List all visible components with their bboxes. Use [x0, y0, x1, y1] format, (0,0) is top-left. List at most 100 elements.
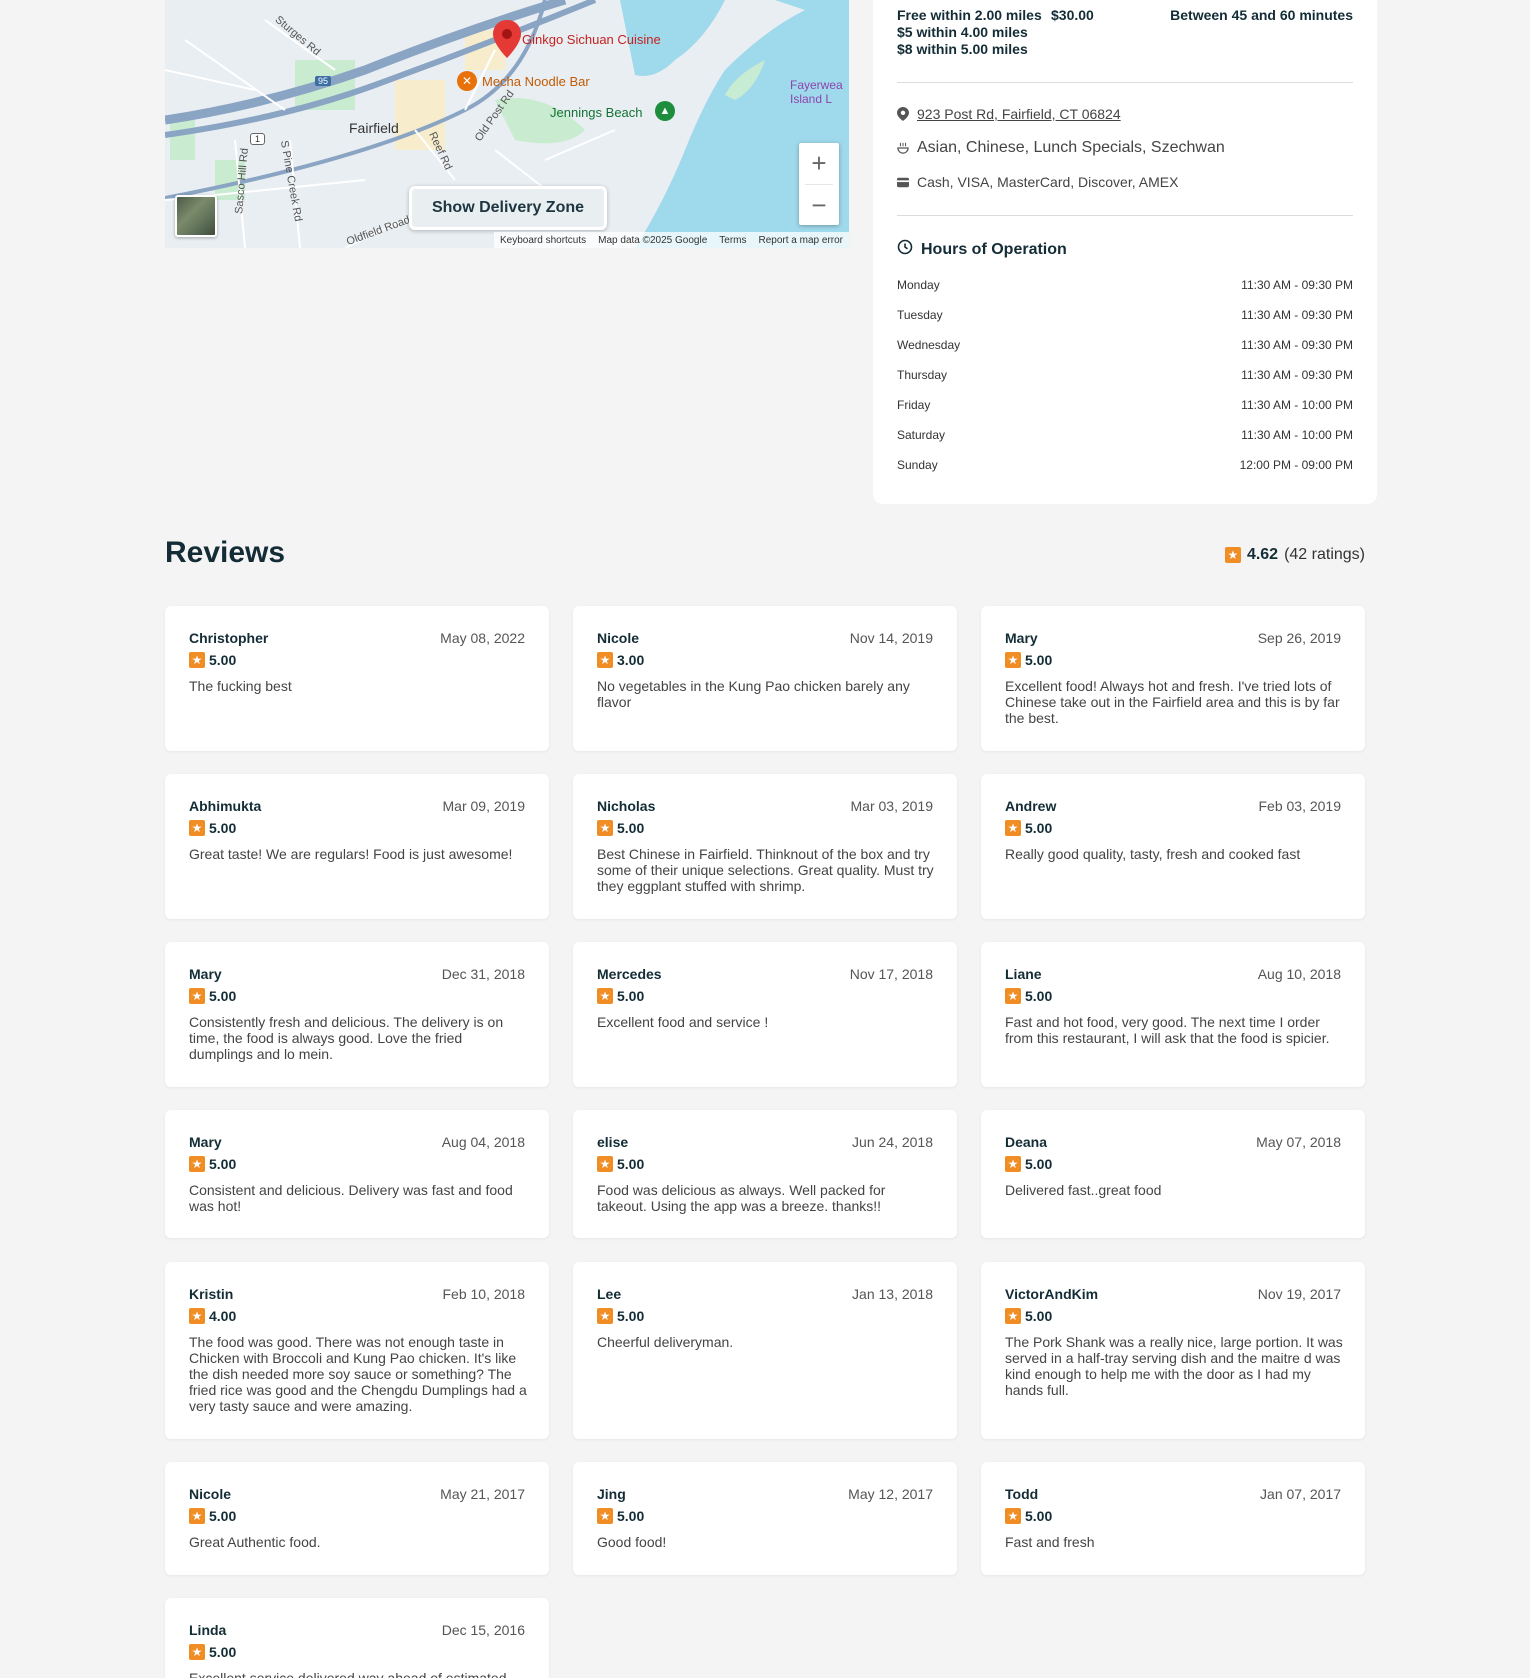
star-icon: ★ — [1005, 988, 1021, 1004]
rating-value: 5.00 — [617, 1508, 645, 1524]
star-icon: ★ — [597, 1508, 613, 1524]
rating-value: 5.00 — [1025, 1156, 1053, 1172]
review-text: Consistent and delicious. Delivery was f… — [189, 1182, 513, 1214]
review-text: Great Authentic food. — [189, 1534, 321, 1550]
time: 11:30 AM - 10:00 PM — [1241, 428, 1353, 442]
review-text: Delivered fast..great food — [1005, 1182, 1162, 1198]
review-date: Sep 26, 2019 — [1257, 630, 1341, 646]
star-icon: ★ — [189, 1508, 205, 1524]
review-rating: ★ 5.00 — [189, 1644, 236, 1660]
review-card: Mary Sep 26, 2019 ★ 5.00 Excellent food! Alw… — [981, 606, 1365, 751]
review-author: elise — [597, 1134, 629, 1150]
review-author: Abhimukta — [189, 798, 262, 814]
review-text: Excellent food and service ! — [597, 1014, 769, 1030]
star-icon: ★ — [189, 652, 205, 668]
review-text: Consistently fresh and delicious. The de… — [189, 1014, 504, 1062]
day: Thursday — [897, 368, 948, 382]
day: Wednesday — [897, 338, 961, 352]
keyboard-shortcuts-link[interactable]: Keyboard shortcuts — [500, 235, 586, 246]
review-text: Cheerful deliveryman. — [597, 1334, 734, 1350]
review-rating: ★ 5.00 — [1005, 652, 1052, 668]
review-card: elise Jun 24, 2018 ★ 5.00 Food was delicious… — [573, 1110, 957, 1238]
review-date: Nov 14, 2019 — [849, 630, 933, 646]
review-rating: ★ 5.00 — [1005, 1156, 1052, 1172]
review-text: Fast and hot food, very good. The next t… — [1005, 1014, 1330, 1046]
tree-icon[interactable]: ▲ — [655, 101, 675, 121]
time: 11:30 AM - 09:30 PM — [1241, 338, 1353, 352]
zoom-in-button[interactable]: + — [799, 143, 839, 184]
review-date: Jun 24, 2018 — [852, 1134, 933, 1150]
rating-value: 4.00 — [209, 1308, 237, 1324]
review-date: May 12, 2017 — [848, 1486, 933, 1502]
review-date: Nov 17, 2018 — [849, 966, 933, 982]
rating-value: 5.00 — [617, 1308, 645, 1324]
review-card: Mary Aug 04, 2018 ★ 5.00 Consistent and deli… — [165, 1110, 549, 1238]
time: 11:30 AM - 09:30 PM — [1241, 368, 1353, 382]
review-text: Food was delicious as always. Well packe… — [597, 1182, 886, 1214]
delivery-map[interactable]: Sturges Rd Sasco Hill Rd S Pine Creek Rd… — [165, 0, 849, 248]
restaurant-info-panel: Free within 2.00 miles $5 within 4.00 mi… — [873, 0, 1377, 504]
review-rating: ★ 5.00 — [189, 1508, 236, 1524]
review-author: Nicole — [189, 1486, 232, 1502]
order-minimum: $30.00 — [1051, 7, 1094, 23]
restaurant-icon[interactable]: ✕ — [457, 71, 477, 91]
review-date: Jan 07, 2017 — [1260, 1486, 1341, 1502]
review-card: Todd Jan 07, 2017 ★ 5.00 Fast and fresh — [981, 1462, 1365, 1575]
hours-table: Monday 11:30 AM - 09:30 PM Tuesday 11:30 A… — [897, 270, 1353, 480]
rating-value: 5.00 — [617, 1156, 645, 1172]
star-icon: ★ — [597, 652, 613, 668]
rating-value: 5.00 — [1025, 1308, 1053, 1324]
poi-label[interactable]: Mecha Noodle Bar — [482, 74, 590, 89]
fee-list: Free within 2.00 miles $5 within 4.00 mi… — [897, 7, 1042, 58]
rating-value: 5.00 — [209, 1644, 237, 1660]
cuisine-list: Asian, Chinese, Lunch Specials, Szechwan — [917, 139, 1225, 156]
star-icon: ★ — [189, 988, 205, 1004]
average-rating: 4.62 — [1246, 546, 1279, 563]
fee-tier: $5 within 4.00 miles — [897, 24, 1028, 40]
review-text: The fucking best — [189, 678, 292, 694]
review-date: May 21, 2017 — [440, 1486, 525, 1502]
review-author: Andrew — [1005, 798, 1057, 814]
review-card: Mercedes Nov 17, 2018 ★ 5.00 Excellent food … — [573, 942, 957, 1087]
map-pin-icon[interactable] — [493, 20, 521, 58]
review-rating: ★ 5.00 — [1005, 988, 1052, 1004]
review-text: Fast and fresh — [1005, 1534, 1095, 1550]
star-icon: ★ — [1005, 1156, 1021, 1172]
review-card: Christopher May 08, 2022 ★ 5.00 The fucking … — [165, 606, 549, 751]
place-label: Fairfield — [349, 120, 399, 136]
review-card: Lee Jan 13, 2018 ★ 5.00 Cheerful deliveryman… — [573, 1262, 957, 1439]
review-card: VictorAndKim Nov 19, 2017 ★ 5.00 The Pork Sh… — [981, 1262, 1365, 1439]
map-data-text: Map data ©2025 Google — [598, 234, 708, 246]
rating-value: 5.00 — [617, 820, 645, 836]
review-author: Mary — [1005, 630, 1038, 646]
review-text: No vegetables in the Kung Pao chicken ba… — [597, 678, 910, 710]
rating-value: 5.00 — [1025, 988, 1053, 1004]
star-icon: ★ — [597, 820, 613, 836]
report-error-link[interactable]: Report a map error — [759, 235, 843, 246]
poi-label[interactable]: Ginkgo Sichuan Cuisine — [522, 32, 661, 47]
satellite-toggle[interactable] — [175, 195, 217, 237]
review-rating: ★ 5.00 — [1005, 1508, 1052, 1524]
review-rating: ★ 5.00 — [597, 988, 644, 1004]
terms-link[interactable]: Terms — [719, 235, 746, 246]
poi-label[interactable]: Fayerwea Island L — [790, 78, 849, 106]
time: 12:00 PM - 09:00 PM — [1239, 458, 1353, 472]
address-link[interactable]: 923 Post Rd, Fairfield, CT 06824 — [917, 106, 1121, 122]
show-delivery-zone-button[interactable]: Show Delivery Zone — [409, 186, 607, 230]
review-author: Mary — [189, 966, 222, 982]
divider — [897, 82, 1353, 83]
review-text: The Pork Shank was a really nice, large … — [1005, 1334, 1343, 1398]
zoom-out-button[interactable]: − — [799, 185, 839, 226]
rating-value: 5.00 — [1025, 1508, 1053, 1524]
review-text: Excellent food! Always hot and fresh. I'… — [1005, 678, 1340, 726]
star-icon: ★ — [597, 988, 613, 1004]
credit-card-icon — [897, 175, 909, 189]
review-rating: ★ 5.00 — [189, 988, 236, 1004]
review-card: Nicole May 21, 2017 ★ 5.00 Great Authentic f… — [165, 1462, 549, 1575]
poi-label[interactable]: Jennings Beach — [550, 105, 643, 120]
rating-value: 5.00 — [209, 820, 237, 836]
payment-row: Cash, VISA, MasterCard, Discover, AMEX — [897, 174, 1178, 190]
day: Sunday — [897, 458, 938, 472]
rating-value: 5.00 — [209, 652, 237, 668]
review-date: Feb 10, 2018 — [442, 1286, 525, 1302]
